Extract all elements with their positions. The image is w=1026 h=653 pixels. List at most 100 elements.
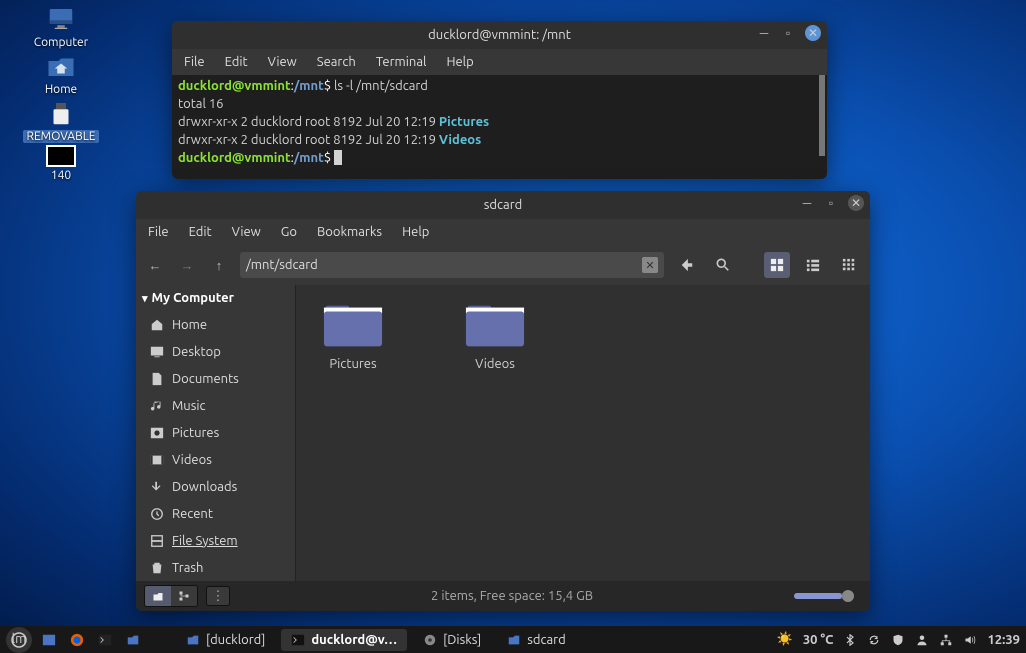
folder-videos[interactable]: Videos xyxy=(464,301,526,371)
weather-icon[interactable]: ☀️ xyxy=(777,632,793,647)
sidebar-item-recent[interactable]: Recent xyxy=(136,500,295,527)
up-button[interactable]: ↑ xyxy=(208,254,230,276)
quicklaunch-firefox[interactable] xyxy=(66,629,88,651)
sidebar-header[interactable]: My Computer xyxy=(136,285,295,311)
window-title: ducklord@vmmint: /mnt xyxy=(428,28,571,42)
path-input[interactable]: /mnt/sdcard ✕ xyxy=(240,252,664,278)
status-text: 2 items, Free space: 15,4 GB xyxy=(238,589,786,603)
tree-view-button[interactable] xyxy=(171,586,197,606)
system-tray: ☀️ 30 °C 12:39 xyxy=(777,632,1020,647)
quicklaunch-files[interactable] xyxy=(122,629,144,651)
back-button[interactable]: ← xyxy=(144,254,166,276)
label: Computer xyxy=(34,36,88,49)
menu-go[interactable]: Go xyxy=(281,225,297,239)
task-disks[interactable]: [Disks] xyxy=(413,629,491,651)
task-ducklord-folder[interactable]: [ducklord] xyxy=(176,629,275,651)
terminal-titlebar[interactable]: ducklord@vmmint: /mnt ─ ▫ ✕ xyxy=(172,21,827,49)
menu-view[interactable]: View xyxy=(232,225,261,239)
network-icon[interactable] xyxy=(939,633,953,647)
folder-icon xyxy=(322,301,384,349)
bluetooth-icon[interactable] xyxy=(843,633,857,647)
window-title: sdcard xyxy=(484,198,522,212)
folder-label: Videos xyxy=(475,357,515,371)
menu-help[interactable]: Help xyxy=(446,55,473,69)
folder-home-icon xyxy=(46,51,76,81)
fm-statusbar: ⋮ 2 items, Free space: 15,4 GB xyxy=(136,581,870,611)
scrollbar[interactable] xyxy=(819,75,825,156)
menu-file[interactable]: File xyxy=(184,55,205,69)
sidebar-item-filesystem[interactable]: File System xyxy=(136,527,295,554)
maximize-button[interactable]: ▫ xyxy=(781,26,795,40)
label: 140 xyxy=(51,169,71,182)
terminal-menubar: File Edit View Search Terminal Help xyxy=(172,49,827,75)
view-list-button[interactable] xyxy=(800,252,826,278)
menu-view[interactable]: View xyxy=(268,55,297,69)
folder-label: Pictures xyxy=(329,357,376,371)
shield-icon[interactable] xyxy=(891,633,905,647)
user-icon[interactable] xyxy=(915,633,929,647)
sidebar-item-home[interactable]: Home xyxy=(136,311,295,338)
terminal-cursor xyxy=(334,150,342,165)
zoom-slider[interactable] xyxy=(794,593,854,599)
folder-icon xyxy=(464,301,526,349)
sidebar-item-documents[interactable]: Documents xyxy=(136,365,295,392)
view-icons-button[interactable] xyxy=(764,252,790,278)
desktop-icons: Computer Home REMOVABLE 140 xyxy=(18,4,104,182)
desktop-icon-removable[interactable]: REMOVABLE xyxy=(18,98,104,143)
menu-file[interactable]: File xyxy=(148,225,169,239)
label: REMOVABLE xyxy=(23,130,98,143)
toggle-path-icon[interactable] xyxy=(674,252,700,278)
taskbar: lm [ducklord] ducklord@v… [Disks] sdcard… xyxy=(0,626,1026,653)
places-view-button[interactable] xyxy=(145,586,171,606)
svg-text:lm: lm xyxy=(12,632,27,646)
fm-content-area[interactable]: Pictures Videos xyxy=(296,285,870,581)
fm-toolbar: ← → ↑ /mnt/sdcard ✕ xyxy=(136,245,870,285)
clear-path-icon[interactable]: ✕ xyxy=(642,257,658,273)
close-button[interactable]: ✕ xyxy=(805,25,821,41)
clock[interactable]: 12:39 xyxy=(987,633,1020,647)
sidebar-item-videos[interactable]: Videos xyxy=(136,446,295,473)
path-text: /mnt/sdcard xyxy=(246,258,318,272)
desktop-icon-home[interactable]: Home xyxy=(18,51,104,96)
temperature[interactable]: 30 °C xyxy=(803,633,834,647)
label: Home xyxy=(45,83,77,96)
start-menu-button[interactable]: lm xyxy=(6,627,32,653)
show-desktop-button[interactable] xyxy=(38,629,60,651)
fm-sidebar: My Computer Home Desktop Documents Music… xyxy=(136,285,296,581)
options-button[interactable]: ⋮ xyxy=(206,586,230,606)
minimize-button[interactable]: ─ xyxy=(757,26,771,40)
quicklaunch-terminal[interactable] xyxy=(94,629,116,651)
fm-menubar: File Edit View Go Bookmarks Help xyxy=(136,219,870,245)
sidebar-item-downloads[interactable]: Downloads xyxy=(136,473,295,500)
terminal-window: ducklord@vmmint: /mnt ─ ▫ ✕ File Edit Vi… xyxy=(172,21,827,179)
view-compact-button[interactable] xyxy=(836,252,862,278)
menu-terminal[interactable]: Terminal xyxy=(376,55,427,69)
sidebar-item-music[interactable]: Music xyxy=(136,392,295,419)
task-sdcard[interactable]: sdcard xyxy=(497,629,575,651)
menu-bookmarks[interactable]: Bookmarks xyxy=(317,225,382,239)
computer-icon xyxy=(46,4,76,34)
sidebar-item-trash[interactable]: Trash xyxy=(136,554,295,581)
terminal-output[interactable]: ducklord@vmmint:/mnt$ ls -l /mnt/sdcard … xyxy=(172,75,827,179)
thumbnail-icon xyxy=(46,145,76,167)
forward-button[interactable]: → xyxy=(176,254,198,276)
menu-edit[interactable]: Edit xyxy=(225,55,248,69)
minimize-button[interactable]: ─ xyxy=(800,196,814,210)
sidebar-item-pictures[interactable]: Pictures xyxy=(136,419,295,446)
menu-edit[interactable]: Edit xyxy=(189,225,212,239)
sidebar-item-desktop[interactable]: Desktop xyxy=(136,338,295,365)
menu-search[interactable]: Search xyxy=(317,55,356,69)
close-button[interactable]: ✕ xyxy=(848,195,864,211)
task-terminal[interactable]: ducklord@v… xyxy=(281,629,407,651)
desktop-icon-computer[interactable]: Computer xyxy=(18,4,104,49)
menu-help[interactable]: Help xyxy=(402,225,429,239)
maximize-button[interactable]: ▫ xyxy=(824,196,838,210)
file-manager-window: sdcard ─ ▫ ✕ File Edit View Go Bookmarks… xyxy=(136,191,870,611)
folder-pictures[interactable]: Pictures xyxy=(322,301,384,371)
update-icon[interactable] xyxy=(867,633,881,647)
fm-titlebar[interactable]: sdcard ─ ▫ ✕ xyxy=(136,191,870,219)
search-icon[interactable] xyxy=(710,252,736,278)
desktop-icon-140[interactable]: 140 xyxy=(18,145,104,182)
usb-drive-icon xyxy=(46,98,76,128)
volume-icon[interactable] xyxy=(963,633,977,647)
